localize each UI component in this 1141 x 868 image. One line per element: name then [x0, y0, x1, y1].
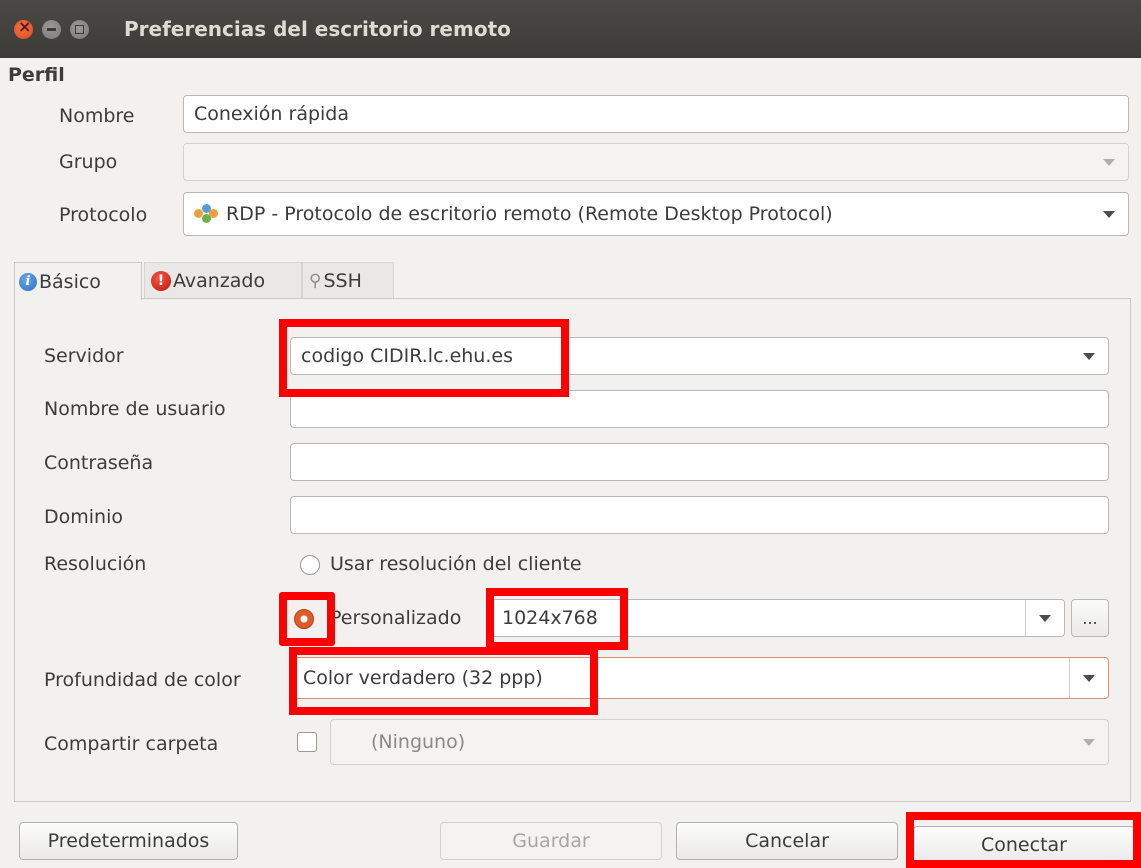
username-label: Nombre de usuario: [44, 398, 226, 420]
server-combo-value: codigo CIDIR.lc.ehu.es: [301, 345, 513, 367]
resolution-combo-value: 1024x768: [502, 607, 598, 629]
resolution-custom-label[interactable]: Personalizado: [330, 607, 461, 629]
chevron-down-icon: [1070, 338, 1108, 374]
password-label: Contraseña: [44, 452, 154, 474]
color-depth-label: Profundidad de color: [44, 669, 241, 691]
tab-basico[interactable]: i Básico: [14, 262, 142, 300]
color-depth-combo[interactable]: Color verdadero (32 ppp): [292, 657, 1109, 699]
maximize-window-icon[interactable]: [70, 20, 89, 39]
tab-ssh-label: SSH: [323, 270, 362, 292]
chevron-down-icon: [1070, 720, 1108, 764]
connect-button[interactable]: Conectar: [913, 826, 1135, 864]
resolution-label: Resolución: [44, 553, 147, 575]
key-icon: ⚲: [309, 271, 322, 291]
rdp-protocol-icon: [194, 204, 218, 224]
protocol-label: Protocolo: [59, 204, 148, 226]
defaults-button[interactable]: Predeterminados: [19, 822, 238, 860]
chevron-down-icon: [1090, 193, 1128, 235]
save-button[interactable]: Guardar: [440, 822, 662, 860]
domain-input[interactable]: [290, 496, 1109, 534]
resolution-client-label[interactable]: Usar resolución del cliente: [330, 553, 582, 575]
domain-label: Dominio: [44, 506, 123, 528]
tab-avanzado[interactable]: ! Avanzado: [144, 262, 302, 299]
resolution-client-radio[interactable]: [300, 555, 320, 575]
share-folder-combo[interactable]: (Ninguno): [330, 719, 1109, 765]
cancel-button[interactable]: Cancelar: [676, 822, 898, 860]
resolution-more-button[interactable]: ...: [1071, 599, 1109, 637]
protocol-combo-value: RDP - Protocolo de escritorio remoto (Re…: [226, 203, 833, 225]
close-window-icon[interactable]: [14, 17, 33, 39]
resolution-combo[interactable]: 1024x768: [491, 599, 1065, 637]
chevron-down-icon: [1025, 600, 1064, 636]
chevron-down-icon: [1069, 658, 1108, 698]
name-input[interactable]: Conexión rápida: [183, 95, 1129, 133]
minimize-window-icon[interactable]: [42, 20, 61, 39]
resolution-custom-radio[interactable]: [294, 609, 314, 629]
username-input[interactable]: [290, 390, 1109, 428]
share-folder-combo-value: (Ninguno): [371, 731, 466, 753]
password-input[interactable]: [290, 443, 1109, 481]
window-title: Preferencias del escritorio remoto: [124, 17, 511, 41]
warning-icon: !: [151, 271, 171, 291]
tab-ssh[interactable]: ⚲ SSH: [302, 262, 394, 299]
name-input-value: Conexión rápida: [194, 103, 350, 125]
title-bar: Preferencias del escritorio remoto: [0, 0, 1141, 58]
profile-section-label: Perfil: [8, 64, 65, 86]
protocol-combo[interactable]: RDP - Protocolo de escritorio remoto (Re…: [183, 192, 1129, 236]
share-folder-label: Compartir carpeta: [44, 733, 219, 755]
server-combo[interactable]: codigo CIDIR.lc.ehu.es: [290, 337, 1109, 375]
group-label: Grupo: [59, 151, 118, 173]
share-folder-checkbox[interactable]: [297, 732, 317, 752]
color-depth-combo-value: Color verdadero (32 ppp): [303, 667, 543, 689]
name-label: Nombre: [59, 105, 135, 127]
server-label: Servidor: [44, 345, 124, 367]
chevron-down-icon: [1090, 144, 1128, 180]
group-combo[interactable]: [183, 143, 1129, 181]
tab-avanzado-label: Avanzado: [173, 270, 266, 292]
info-icon: i: [19, 272, 37, 291]
tab-basico-label: Básico: [39, 270, 101, 293]
